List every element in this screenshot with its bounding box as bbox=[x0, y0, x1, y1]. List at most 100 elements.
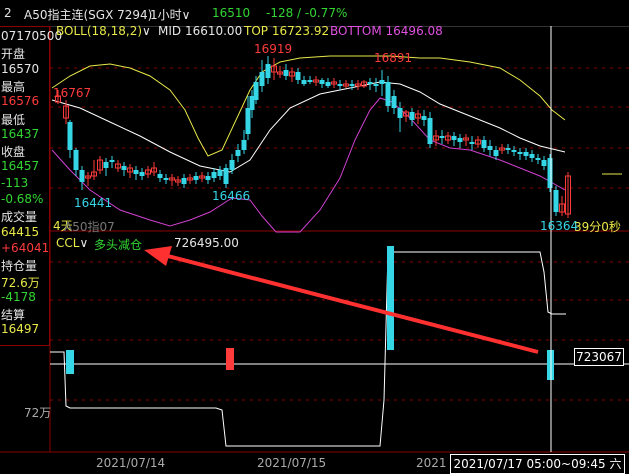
boll-bottom-band bbox=[51, 97, 566, 233]
ccl-line bbox=[50, 251, 566, 447]
annotation-arrow-head bbox=[144, 246, 172, 266]
candle-body bbox=[451, 136, 457, 140]
price-label-high-mid: 16919 bbox=[254, 42, 293, 56]
candle-body bbox=[487, 146, 493, 150]
boll-top: TOP 16723.92 bbox=[244, 24, 330, 38]
candle-body bbox=[397, 108, 403, 118]
candle-body bbox=[245, 108, 251, 134]
sidebar-row: 64415 bbox=[1, 224, 40, 239]
candle-body bbox=[133, 170, 139, 174]
date-label-2: 2021/07/15 bbox=[257, 456, 327, 470]
price-label-low-left: 16441 bbox=[74, 196, 113, 210]
sidebar-row: 最高 bbox=[1, 79, 26, 94]
candle-body bbox=[229, 160, 235, 170]
sidebar-row: 最低 bbox=[1, 112, 26, 127]
boll-selector[interactable]: BOLL(18,18,2)∨ bbox=[56, 24, 151, 38]
sidebar-row: 成交量 bbox=[1, 210, 38, 225]
candle-body bbox=[157, 174, 163, 178]
candle-body bbox=[493, 150, 499, 156]
price-label-high-left: 16767 bbox=[53, 86, 92, 100]
sidebar-row: 收盘 bbox=[1, 145, 26, 160]
candle-body bbox=[319, 80, 325, 84]
date-label-3: 2021 bbox=[416, 456, 447, 470]
bar-countdown: 39分0秒 bbox=[574, 220, 621, 234]
candle-body bbox=[103, 162, 109, 168]
candle-body bbox=[109, 160, 115, 162]
sidebar-row: 结算 bbox=[1, 308, 26, 323]
boll-top-band bbox=[51, 55, 566, 157]
candle-body bbox=[547, 158, 553, 188]
ccl-selector[interactable]: CCL∨ bbox=[56, 236, 88, 250]
sidebar-row: 16457 bbox=[1, 159, 40, 174]
price-label-high-right: 16891 bbox=[374, 51, 413, 65]
candle-body bbox=[205, 176, 211, 180]
price-label-low-right: 16364 bbox=[540, 219, 579, 233]
sidebar-row: -113 bbox=[1, 175, 29, 190]
cursor-date-tip: 2021/07/17 05:00~09:45 六 bbox=[450, 454, 625, 474]
candle-body bbox=[211, 172, 217, 178]
candle-body bbox=[553, 190, 559, 212]
candle-body bbox=[517, 152, 523, 154]
candle-body bbox=[217, 170, 223, 176]
candle-body bbox=[511, 150, 517, 152]
candle-body bbox=[79, 170, 85, 182]
quote-sidebar: 07170500 开盘 16570 最高 16576 最低 16437 收盘 16457 -113… bbox=[0, 26, 62, 346]
annotation-arrow-shaft bbox=[159, 252, 539, 354]
candle-body bbox=[421, 116, 427, 120]
candle-body bbox=[163, 178, 169, 180]
sidebar-row: -0.68% bbox=[1, 192, 44, 206]
candle-body bbox=[181, 178, 187, 184]
ccl-bar bbox=[387, 246, 394, 350]
candle-body bbox=[307, 80, 313, 82]
boll-bottom: BOTTOM 16496.08 bbox=[330, 24, 443, 38]
candle-body bbox=[325, 82, 331, 86]
candle-body bbox=[235, 150, 241, 156]
candle-body bbox=[67, 122, 73, 150]
candle-body bbox=[73, 150, 79, 170]
candle-body bbox=[223, 168, 229, 184]
candle-body bbox=[253, 82, 259, 100]
candle-body bbox=[373, 84, 379, 86]
sidebar-row: -4178 bbox=[1, 289, 36, 304]
candle-body bbox=[535, 158, 541, 160]
candle-body bbox=[367, 82, 373, 84]
candle-body bbox=[295, 72, 301, 80]
candle-body bbox=[193, 176, 199, 180]
sidebar-row: 开盘 bbox=[1, 47, 26, 62]
date-label-1: 2021/07/14 bbox=[96, 456, 166, 470]
candle-body bbox=[283, 70, 289, 76]
ccl-bar bbox=[226, 348, 234, 370]
ccl-name: CCL bbox=[56, 236, 80, 250]
candle-body bbox=[439, 136, 445, 138]
candle-body bbox=[505, 148, 511, 150]
candle-body bbox=[523, 152, 529, 156]
candle-body bbox=[301, 80, 307, 84]
candle-body bbox=[265, 64, 271, 78]
sidebar-row: 持仓量 bbox=[1, 259, 38, 274]
sidebar-row: 07170500 bbox=[1, 29, 63, 43]
sub-chart-name: A50指07 bbox=[64, 220, 115, 234]
price-label-low-mid: 16466 bbox=[212, 189, 251, 203]
chevron-down-icon: ∨ bbox=[142, 24, 151, 38]
candle-body bbox=[379, 80, 385, 84]
candle-body bbox=[241, 140, 247, 150]
candle-body bbox=[259, 72, 265, 86]
candle-body bbox=[427, 118, 433, 144]
candle-body bbox=[457, 138, 463, 142]
candle-body bbox=[409, 112, 415, 120]
ccl-value: 726495.00 bbox=[174, 236, 239, 250]
sidebar-row: +64041 bbox=[1, 240, 50, 255]
candle-body bbox=[481, 140, 487, 148]
sidebar-row: 16570 bbox=[1, 61, 40, 76]
candle-body bbox=[541, 160, 547, 166]
ccl-status: 多头减仓 bbox=[94, 238, 143, 252]
candle-body bbox=[391, 96, 397, 108]
sidebar-row: 16576 bbox=[1, 94, 40, 109]
candle-body bbox=[529, 154, 535, 158]
boll-name: BOLL(18,18,2) bbox=[56, 24, 143, 38]
sidebar-row: 16437 bbox=[1, 126, 40, 141]
ccl-bar bbox=[66, 350, 74, 374]
sidebar-row: 16497 bbox=[1, 322, 40, 337]
boll-mid-band bbox=[51, 81, 566, 173]
candle-body bbox=[337, 84, 343, 86]
